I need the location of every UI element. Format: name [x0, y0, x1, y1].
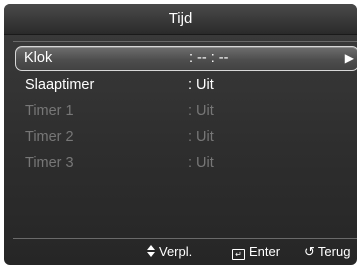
menu-item-label: Timer 2 — [25, 129, 74, 145]
menu-item-slaaptimer[interactable]: Slaaptimer : Uit — [13, 73, 357, 99]
return-label: Terug — [317, 244, 351, 259]
move-hint: Verpl. — [147, 244, 192, 259]
menu-item-timer-1: Timer 1 : Uit — [13, 99, 357, 125]
enter-hint: ↵ Enter — [232, 244, 280, 260]
move-label: Verpl. — [159, 244, 193, 259]
arrow-right-icon: ▶ — [344, 51, 354, 65]
menu-item-timer-2: Timer 2 : Uit — [13, 125, 357, 151]
menu-item-value: : Uit — [188, 103, 214, 119]
menu-item-label: Slaaptimer — [25, 77, 95, 93]
menu-item-label: Klok — [24, 50, 53, 66]
menu-item-label: Timer 1 — [25, 103, 74, 119]
footer-hints: Verpl. ↵ Enter ↺ Terug — [4, 239, 357, 265]
menu-item-klok[interactable]: Klok : -- : -- ▶ — [15, 46, 357, 71]
return-icon: ↺ — [304, 244, 315, 259]
menu-item-value: : Uit — [188, 155, 214, 171]
updown-arrows-icon — [147, 245, 156, 257]
menu-item-value: : Uit — [188, 129, 214, 145]
menu-item-value: : Uit — [188, 77, 214, 93]
return-hint: ↺ Terug — [304, 244, 350, 260]
menu-item-timer-3: Timer 3 : Uit — [13, 151, 357, 177]
menu-item-label: Timer 3 — [25, 155, 74, 171]
enter-icon: ↵ — [232, 249, 245, 260]
menu-item-value: : -- : -- — [189, 50, 229, 66]
osd-screen: Tijd Klok : -- : -- ▶ Slaaptimer : Uit T… — [4, 4, 357, 265]
enter-label: Enter — [249, 244, 281, 259]
menu-title: Tijd — [4, 4, 357, 35]
time-menu: Klok : -- : -- ▶ Slaaptimer : Uit Timer … — [13, 41, 357, 239]
